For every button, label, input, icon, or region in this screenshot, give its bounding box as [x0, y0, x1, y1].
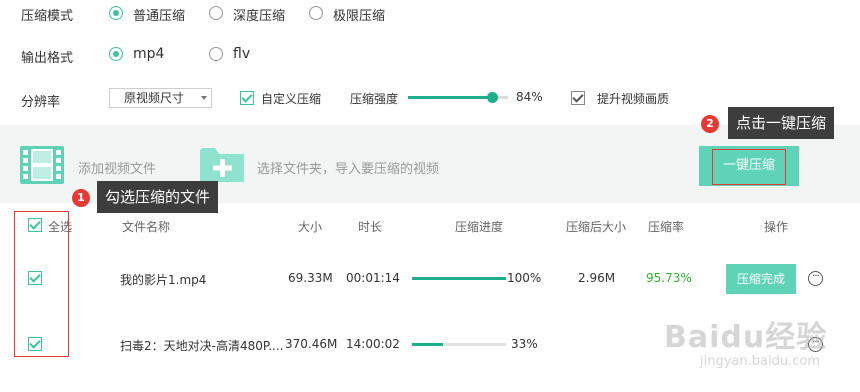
chevron-down-icon — [201, 96, 207, 100]
mode-deep-radio[interactable] — [209, 6, 223, 20]
strength-label: 压缩强度 — [350, 92, 399, 106]
watermark-brand: Baidu经验 — [664, 320, 828, 355]
annotation-badge-2: 2 — [701, 115, 719, 133]
mode-deep-label[interactable]: 深度压缩 — [233, 5, 285, 24]
row-progress-fill — [412, 343, 444, 346]
improve-quality-label: 提升视频画质 — [597, 92, 670, 106]
watermark-url: jingyan.baidu.com — [700, 354, 820, 369]
row-progress-fill — [412, 277, 506, 280]
strength-value: 84% — [516, 90, 543, 104]
mode-extreme-label[interactable]: 极限压缩 — [333, 5, 385, 24]
row-checkbox[interactable] — [28, 337, 42, 351]
row-progress-text: 100% — [507, 271, 542, 285]
header-size-after: 压缩后大小 — [566, 220, 627, 234]
mode-extreme-radio[interactable] — [309, 6, 323, 20]
annotation-badge-1: 1 — [72, 189, 90, 207]
mode-label: 压缩模式 — [21, 9, 74, 24]
add-video-icon[interactable] — [19, 145, 65, 185]
strength-slider[interactable] — [408, 92, 508, 103]
annotation-tip-2: 点击一键压缩 — [728, 107, 835, 139]
row-ratio: 95.73% — [646, 271, 692, 285]
row-progress-bar — [412, 277, 506, 280]
resolution-select[interactable]: 原视频尺寸 — [109, 88, 212, 108]
row-file-name: 扫毒2：天地对决-高清480P.... — [120, 339, 284, 353]
resolution-label: 分辨率 — [21, 95, 61, 110]
annotation-highlight-button — [712, 149, 786, 185]
format-flv-label[interactable]: flv — [233, 46, 250, 62]
row-checkbox[interactable] — [28, 271, 42, 285]
row-progress-bar — [412, 343, 506, 346]
row-progress-text: 33% — [511, 337, 538, 351]
more-options-icon[interactable]: ··· — [808, 271, 823, 286]
compress-done-button[interactable]: 压缩完成 — [726, 264, 796, 294]
annotation-tip-1: 勾选压缩的文件 — [97, 181, 219, 213]
header-ratio: 压缩率 — [648, 220, 685, 234]
add-folder-icon[interactable] — [199, 145, 245, 183]
row-duration: 00:01:14 — [346, 271, 400, 285]
header-duration: 时长 — [358, 220, 383, 234]
strength-slider-fill — [408, 96, 492, 99]
format-mp4-label[interactable]: mp4 — [133, 46, 164, 62]
custom-compress-checkbox[interactable] — [240, 91, 254, 105]
select-folder-label[interactable]: 选择文件夹，导入要压缩的视频 — [257, 158, 439, 177]
strength-slider-handle[interactable] — [487, 92, 498, 103]
header-name: 文件名称 — [122, 220, 171, 234]
row-size: 69.33M — [288, 271, 333, 285]
format-flv-radio[interactable] — [209, 47, 223, 61]
header-action: 操作 — [764, 220, 789, 234]
improve-quality-checkbox[interactable] — [571, 91, 585, 105]
header-progress: 压缩进度 — [455, 220, 504, 234]
format-mp4-radio[interactable] — [109, 47, 123, 61]
row-file-name: 我的影片1.mp4 — [120, 273, 207, 287]
custom-compress-label: 自定义压缩 — [261, 92, 322, 106]
resolution-select-value: 原视频尺寸 — [124, 91, 185, 105]
mode-normal-radio[interactable] — [109, 6, 123, 20]
mode-normal-label[interactable]: 普通压缩 — [133, 5, 185, 24]
add-video-label[interactable]: 添加视频文件 — [78, 158, 156, 177]
row-size-after: 2.96M — [578, 271, 616, 285]
format-label: 输出格式 — [21, 51, 74, 66]
row-size: 370.46M — [285, 337, 338, 351]
header-size: 大小 — [298, 220, 323, 234]
row-duration: 14:00:02 — [346, 337, 400, 351]
